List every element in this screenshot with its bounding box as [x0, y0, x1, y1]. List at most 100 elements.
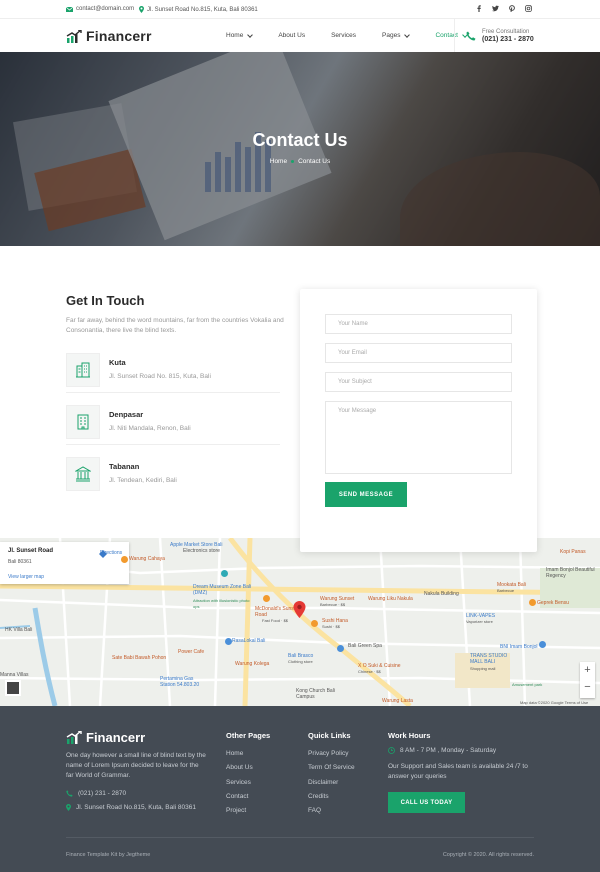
map-label: Power Cafe	[178, 649, 205, 655]
email-input[interactable]: Your Email	[325, 343, 512, 363]
instagram-icon[interactable]	[525, 5, 532, 12]
nav-home-label: Home	[226, 32, 244, 39]
nav-about[interactable]: About Us	[278, 32, 305, 39]
footer-link[interactable]: About Us	[226, 761, 270, 775]
zoom-controls: + −	[580, 662, 595, 698]
location-map[interactable]: Jl. Sunset Road Bali 80361 View larger m…	[0, 538, 600, 706]
other-pages-title: Other Pages	[226, 731, 271, 740]
location-city: Tabanan	[109, 462, 140, 471]
nav-pages[interactable]: Pages	[382, 31, 411, 39]
map-label: TRANS STUDIO MALL BALI	[470, 653, 508, 665]
clock-icon	[388, 747, 395, 754]
footer-address: Jl. Sunset Road No.815, Kuta, Bali 80361	[66, 804, 196, 811]
brand-logo[interactable]: Financerr	[66, 28, 152, 44]
map-label: Bali Green Spa	[348, 643, 382, 649]
pinterest-icon[interactable]	[509, 5, 515, 12]
copyright: Copyright © 2020. All rights reserved.	[442, 852, 534, 858]
footer-link[interactable]: Credits	[308, 790, 355, 804]
contact-form: Your Name Your Email Your Subject Your M…	[300, 289, 537, 552]
footer-address-text: Jl. Sunset Road No.815, Kuta, Bali 80361	[76, 804, 196, 811]
topbar-email[interactable]: contact@domain.com	[66, 6, 134, 12]
map-attribution: Map data ©2020 Google Terms of Use	[520, 700, 589, 705]
footer-logo[interactable]: Financerr	[66, 730, 145, 745]
header-divider	[454, 19, 455, 52]
footer-link[interactable]: Disclaimer	[308, 776, 355, 790]
map-label: Manna Villas	[0, 672, 29, 678]
map-label: Dream Museum Zone Bali (DMZ)	[193, 584, 252, 596]
bank-pin-icon[interactable]	[539, 641, 546, 648]
attraction-pin-icon[interactable]	[221, 570, 228, 577]
top-bar: contact@domain.com Jl. Sunset Road No.81…	[0, 0, 600, 19]
spa-pin-icon[interactable]	[337, 645, 344, 652]
envelope-icon	[66, 6, 73, 12]
zoom-in-button[interactable]: +	[580, 662, 595, 679]
map-label: Kong Church Bali Campus	[296, 688, 335, 700]
footer-link[interactable]: Term Of Service	[308, 761, 355, 775]
footer-other-pages: Other Pages Home About Us Services Conta…	[226, 731, 270, 818]
twitter-icon[interactable]	[492, 5, 499, 12]
footer-quick-links: Quick Links Privacy Policy Term Of Servi…	[308, 731, 355, 818]
name-input[interactable]: Your Name	[325, 314, 512, 334]
footer-work-hours: Work Hours 8 AM - 7 PM , Monday - Saturd…	[388, 731, 538, 813]
footer-link[interactable]: Services	[226, 776, 270, 790]
footer-link[interactable]: Project	[226, 804, 270, 818]
work-hours-text: 8 AM - 7 PM , Monday - Saturday	[400, 747, 497, 754]
brand-name: Financerr	[86, 28, 152, 44]
chevron-down-icon	[247, 31, 254, 38]
map-card-title: Jl. Sunset Road	[8, 548, 54, 554]
shop-pin-icon[interactable]	[225, 638, 232, 645]
breadcrumb-home[interactable]: Home	[270, 158, 287, 165]
main-nav: Home About Us Services Pages Contact	[226, 31, 468, 39]
restaurant-pin-icon[interactable]	[529, 599, 536, 606]
phone-icon	[66, 790, 73, 797]
location-item: Tabanan Jl. Tendean, Kediri, Bali	[66, 457, 280, 497]
map-label: Barbecue	[497, 588, 515, 593]
subject-input[interactable]: Your Subject	[325, 372, 512, 392]
bank-icon	[66, 457, 100, 491]
footer-link[interactable]: Contact	[226, 790, 270, 804]
zoom-out-button[interactable]: −	[580, 679, 595, 696]
nav-services[interactable]: Services	[331, 32, 356, 39]
facebook-icon[interactable]	[476, 5, 482, 12]
map-label: Clothing store	[288, 659, 313, 664]
footer-phone[interactable]: (021) 231 - 2870	[66, 790, 126, 797]
footer-link[interactable]: Home	[226, 747, 270, 761]
message-textarea[interactable]: Your Message	[325, 401, 512, 474]
map-card-subtitle: Bali 80361	[8, 559, 32, 565]
map-pin-icon	[139, 6, 144, 13]
quick-links-title: Quick Links	[308, 731, 351, 740]
directions-link[interactable]: Directions	[99, 550, 123, 558]
logo-chart-icon	[66, 731, 82, 744]
restaurant-pin-icon[interactable]	[311, 620, 318, 627]
map-label: Vaporizer store	[466, 619, 493, 624]
page-hero: Contact Us Home Contact Us	[0, 52, 600, 246]
location-street: Jl. Niti Mandala, Renon, Bali	[109, 425, 191, 432]
map-type-toggle[interactable]	[5, 680, 21, 696]
view-larger-map-link[interactable]: View larger map	[8, 574, 44, 580]
send-message-button[interactable]: SEND MESSAGE	[325, 482, 407, 507]
nav-home[interactable]: Home	[226, 31, 254, 39]
free-consultation[interactable]: Free Consultation (021) 231 - 2870	[466, 28, 534, 44]
map-label: Geprek Bensu	[537, 600, 569, 606]
restaurant-pin-icon[interactable]	[263, 595, 270, 602]
map-label: Fast Food · $$	[262, 618, 289, 623]
topbar-address: Jl. Sunset Road No.815, Kuta, Bali 80361	[139, 6, 258, 13]
map-label: Attraction with illusionistic photo ops	[193, 598, 250, 609]
topbar-email-text: contact@domain.com	[76, 6, 135, 12]
location-marker-icon[interactable]	[293, 601, 306, 618]
map-label: Barbecue · $$	[320, 602, 346, 607]
footer-link[interactable]: FAQ	[308, 804, 355, 818]
map-label: Shopping mall	[470, 666, 496, 671]
restaurant-pin-icon[interactable]	[121, 556, 128, 563]
nav-services-label: Services	[331, 32, 357, 39]
page-title: Contact Us	[252, 130, 348, 150]
nav-contact[interactable]: Contact	[435, 31, 468, 39]
map-label: Chinese · $$	[358, 669, 381, 674]
footer-link[interactable]: Privacy Policy	[308, 747, 355, 761]
consult-text: Free Consultation (021) 231 - 2870	[482, 28, 534, 44]
call-us-button[interactable]: CALL US TODAY	[388, 792, 465, 813]
location-street: Jl. Sunset Road No. 815, Kuta, Bali	[109, 373, 211, 380]
work-hours-title: Work Hours	[388, 731, 431, 740]
map-label: Amusement park	[512, 682, 543, 687]
footer-divider	[66, 837, 534, 838]
